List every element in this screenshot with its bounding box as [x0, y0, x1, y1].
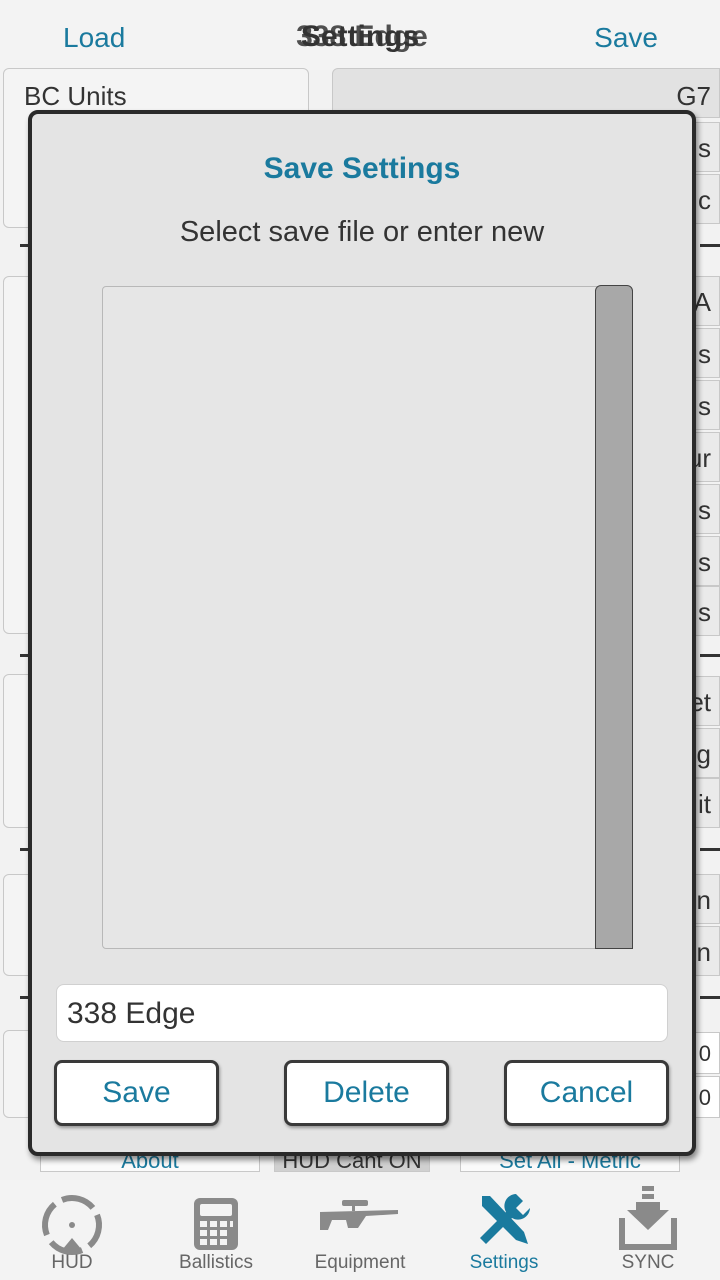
- divider: [700, 996, 720, 999]
- dialog-subtitle: Select save file or enter new: [179, 216, 545, 248]
- bottom-nav: HUD Ballistics Equipment Settings SYNC: [0, 1180, 720, 1280]
- nav-item-sync[interactable]: SYNC: [576, 1180, 720, 1280]
- nav-label-equipment: Equipment: [314, 1252, 406, 1273]
- calculator-icon: [194, 1198, 238, 1250]
- bc-units-label: BC Units: [24, 81, 127, 111]
- bc-units-value: G7: [676, 81, 711, 111]
- divider: [700, 848, 720, 851]
- dialog-title: Save Settings: [263, 152, 461, 185]
- download-tray-icon: [619, 1186, 677, 1250]
- nav-item-ballistics[interactable]: Ballistics: [144, 1180, 288, 1280]
- nav-label-ballistics: Ballistics: [179, 1252, 253, 1273]
- dialog-delete-button[interactable]: Delete: [284, 1060, 449, 1126]
- divider: [700, 654, 720, 657]
- save-settings-dialog: Save Settings Select save file or enter …: [28, 110, 696, 1156]
- header-save-button[interactable]: Save: [594, 22, 658, 54]
- reticle-icon: [42, 1195, 102, 1255]
- file-list-scrollbar[interactable]: [595, 285, 633, 949]
- nav-item-equipment[interactable]: Equipment: [288, 1180, 432, 1280]
- divider: [700, 244, 720, 247]
- filename-input[interactable]: 338 Edge: [56, 984, 668, 1042]
- top-bar: Load 338 Edge Settings Save: [0, 0, 720, 70]
- nav-item-hud[interactable]: HUD: [0, 1180, 144, 1280]
- wrench-screwdriver-icon: [480, 1194, 530, 1244]
- rifle-icon: [320, 1200, 398, 1230]
- nav-label-settings: Settings: [469, 1252, 539, 1273]
- dialog-cancel-button[interactable]: Cancel: [504, 1060, 669, 1126]
- save-file-list[interactable]: [102, 285, 633, 949]
- dialog-save-button[interactable]: Save: [54, 1060, 219, 1126]
- nav-label-sync: SYNC: [621, 1252, 675, 1273]
- nav-item-settings[interactable]: Settings: [432, 1180, 576, 1280]
- nav-label-hud: HUD: [51, 1252, 93, 1273]
